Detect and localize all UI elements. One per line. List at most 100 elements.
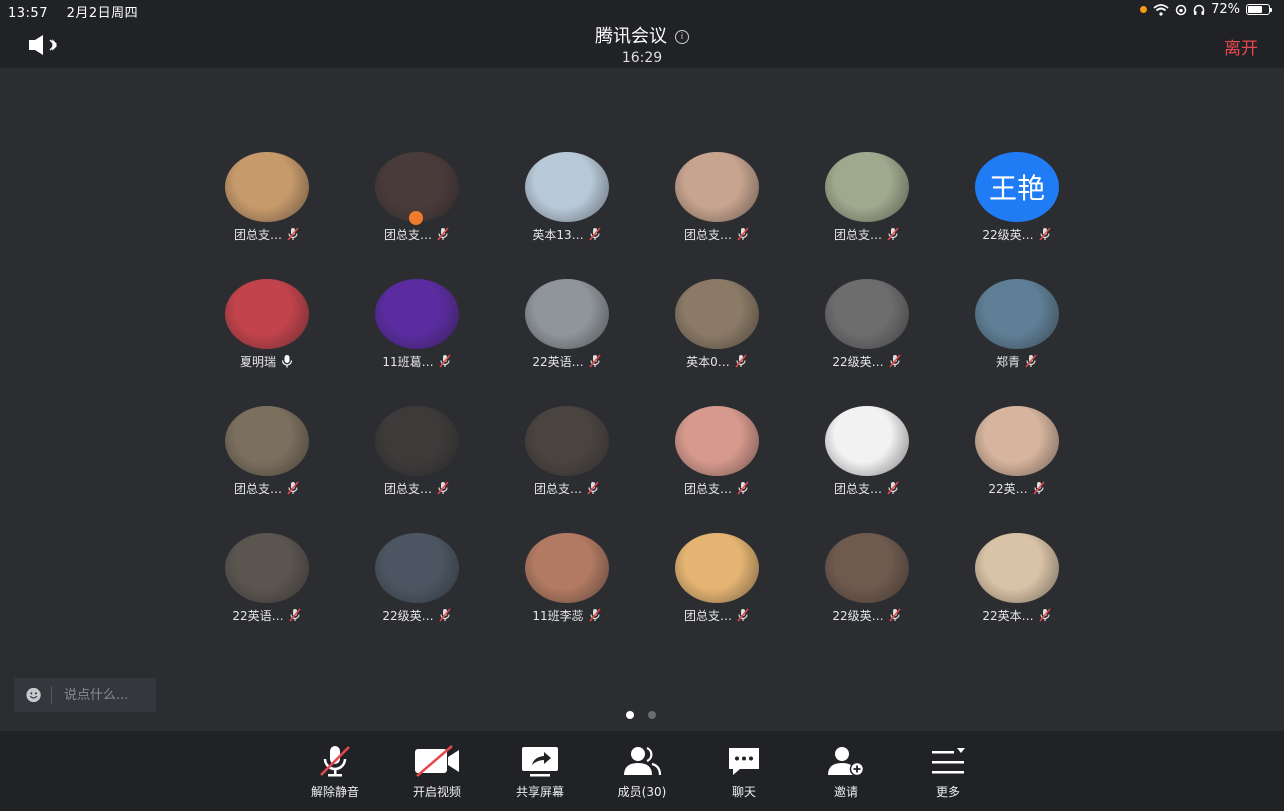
more-button[interactable]: 更多 xyxy=(908,743,988,800)
avatar xyxy=(225,533,309,603)
microphone-muted-icon xyxy=(736,227,750,244)
emoji-icon[interactable] xyxy=(26,686,41,704)
participant-name: 22级英… xyxy=(982,228,1034,242)
participant-label: 11班葛… xyxy=(372,353,462,371)
participant-tile[interactable]: 王艳 22级英… xyxy=(972,152,1122,252)
invite-label: 邀请 xyxy=(833,785,858,799)
participant-label: 22级英… xyxy=(372,607,462,625)
microphone-muted-icon xyxy=(734,354,748,371)
microphone-muted-icon xyxy=(436,481,450,498)
avatar xyxy=(525,279,609,349)
participant-tile[interactable]: 22级英… xyxy=(822,533,972,633)
microphone-muted-icon xyxy=(586,481,600,498)
recording-indicator-icon xyxy=(1140,6,1148,13)
meeting-timer: 16:29 xyxy=(621,50,663,66)
participant-label: 22级英… xyxy=(972,226,1062,244)
participant-label: 夏明瑞 xyxy=(222,353,312,371)
participant-name: 团总支… xyxy=(683,482,732,496)
add-user-icon xyxy=(828,747,865,777)
participant-tile[interactable]: 团总支… xyxy=(672,152,822,252)
participant-tile[interactable]: 夏明瑞 xyxy=(222,279,372,379)
headphones-icon xyxy=(1193,4,1205,15)
host-badge-icon xyxy=(409,211,423,225)
avatar xyxy=(675,152,759,222)
participant-tile[interactable]: 郑青 xyxy=(972,279,1122,379)
avatar xyxy=(375,533,459,603)
avatar xyxy=(525,152,609,222)
more-label: 更多 xyxy=(935,785,960,799)
participant-tile[interactable]: 22级英… xyxy=(822,279,972,379)
participant-tile[interactable]: 团总支… xyxy=(372,152,522,252)
camera-off-icon xyxy=(415,745,459,777)
participant-tile[interactable]: 英本0… xyxy=(672,279,822,379)
participant-tile[interactable]: 22英… xyxy=(972,406,1122,506)
participant-name: 22级英… xyxy=(832,355,884,369)
leave-button[interactable]: 离开 xyxy=(1224,34,1258,59)
participant-name: 22英语… xyxy=(532,355,584,369)
page-dot-2[interactable] xyxy=(648,711,656,719)
participant-tile[interactable]: 团总支… xyxy=(372,406,522,506)
chat-label: 聊天 xyxy=(731,785,756,799)
participant-tile[interactable]: 11班李蕊 xyxy=(522,533,672,633)
chat-input[interactable] xyxy=(62,686,156,704)
participant-label: 团总支… xyxy=(372,480,462,498)
participant-label: 郑青 xyxy=(972,353,1062,371)
participant-label: 11班李蕊 xyxy=(522,607,612,625)
participant-tile[interactable]: 团总支… xyxy=(222,406,372,506)
participant-tile[interactable]: 英本13… xyxy=(522,152,672,252)
participant-name: 夏明瑞 xyxy=(239,355,276,369)
participant-tile[interactable]: 22英语… xyxy=(222,533,372,633)
meeting-header: 腾讯会议 i 16:29 离开 xyxy=(0,20,1284,68)
participant-label: 团总支… xyxy=(522,480,612,498)
divider xyxy=(51,686,52,704)
participant-label: 团总支… xyxy=(672,226,762,244)
participant-name: 英本13… xyxy=(532,228,584,242)
microphone-muted-icon xyxy=(588,354,602,371)
members-button[interactable]: 成员(30) xyxy=(602,743,682,800)
participant-label: 团总支… xyxy=(372,226,462,244)
participant-label: 22级英… xyxy=(822,353,912,371)
participant-tile[interactable]: 团总支… xyxy=(222,152,372,252)
unmute-button[interactable]: 解除静音 xyxy=(295,743,375,800)
microphone-muted-icon xyxy=(888,354,902,371)
avatar xyxy=(825,533,909,603)
avatar xyxy=(975,533,1059,603)
microphone-muted-icon xyxy=(286,481,300,498)
participant-tile[interactable]: 22英本… xyxy=(972,533,1122,633)
rotation-lock-icon xyxy=(1175,4,1187,15)
start-video-label: 开启视频 xyxy=(412,785,461,799)
avatar xyxy=(525,533,609,603)
chat-input-bar[interactable] xyxy=(14,678,156,712)
participant-label: 英本13… xyxy=(522,226,612,244)
microphone-muted-icon xyxy=(288,608,302,625)
avatar xyxy=(225,279,309,349)
participant-tile[interactable]: 11班葛… xyxy=(372,279,522,379)
avatar xyxy=(825,279,909,349)
microphone-muted-icon xyxy=(1038,608,1052,625)
share-screen-button[interactable]: 共享屏幕 xyxy=(500,743,580,800)
participant-tile[interactable]: 团总支… xyxy=(672,406,822,506)
avatar xyxy=(225,406,309,476)
chat-button[interactable]: 聊天 xyxy=(704,743,784,800)
page-dot-1[interactable] xyxy=(626,711,634,719)
avatar xyxy=(525,406,609,476)
participant-name: 团总支… xyxy=(533,482,582,496)
participant-label: 团总支… xyxy=(672,480,762,498)
meeting-title: 腾讯会议 xyxy=(595,26,667,47)
participant-name: 郑青 xyxy=(995,355,1020,369)
participant-tile[interactable]: 团总支… xyxy=(822,152,972,252)
participant-tile[interactable]: 22级英… xyxy=(372,533,522,633)
participant-tile[interactable]: 团总支… xyxy=(672,533,822,633)
avatar xyxy=(375,279,459,349)
microphone-muted-icon xyxy=(1038,227,1052,244)
info-icon[interactable]: i xyxy=(675,30,689,44)
microphone-muted-icon xyxy=(588,227,602,244)
participant-tile[interactable]: 22英语… xyxy=(522,279,672,379)
invite-button[interactable]: 邀请 xyxy=(806,743,886,800)
microphone-muted-icon xyxy=(438,354,452,371)
participant-tile[interactable]: 团总支… xyxy=(822,406,972,506)
participant-label: 团总支… xyxy=(222,226,312,244)
participant-tile[interactable]: 团总支… xyxy=(522,406,672,506)
start-video-button[interactable]: 开启视频 xyxy=(397,743,477,800)
status-date: 2月2日周四 xyxy=(66,6,139,21)
